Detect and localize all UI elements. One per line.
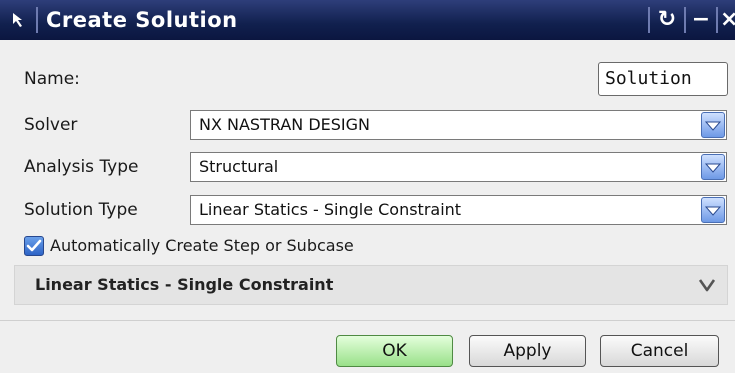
checkmark-icon — [26, 239, 42, 252]
auto-create-checkbox[interactable] — [24, 236, 44, 256]
auto-create-label[interactable]: Automatically Create Step or Subcase — [50, 235, 354, 257]
divider — [0, 320, 735, 321]
cancel-button[interactable]: Cancel — [600, 335, 719, 367]
expand-chevron-icon[interactable] — [697, 276, 717, 294]
subcase-group-title: Linear Statics - Single Constraint — [35, 275, 334, 294]
select-arrow-icon — [13, 13, 22, 27]
close-icon[interactable]: × — [720, 6, 735, 34]
minimize-icon[interactable]: − — [690, 6, 712, 34]
title-bar[interactable]: Create Solution ↻ − × — [0, 0, 735, 40]
name-label: Name: — [24, 69, 80, 89]
apply-button[interactable]: Apply — [469, 335, 586, 367]
solution-type-select[interactable]: Linear Statics - Single Constraint — [190, 195, 727, 225]
solver-label: Solver — [24, 115, 78, 135]
dialog-title: Create Solution — [46, 8, 238, 32]
solver-value: NX NASTRAN DESIGN — [199, 115, 370, 134]
name-input[interactable]: Solution — [598, 62, 728, 96]
solution-type-value: Linear Statics - Single Constraint — [199, 200, 462, 219]
chevron-down-icon[interactable] — [701, 154, 725, 180]
analysis-type-value: Structural — [199, 157, 279, 176]
reset-icon[interactable]: ↻ — [654, 6, 680, 34]
analysis-type-label: Analysis Type — [24, 157, 139, 177]
subcase-group-header[interactable]: Linear Statics - Single Constraint — [14, 265, 728, 305]
title-separator — [716, 7, 718, 33]
chevron-down-icon[interactable] — [701, 197, 725, 223]
title-separator — [684, 7, 686, 33]
create-solution-dialog: Create Solution ↻ − × Name: Solution Sol… — [0, 0, 735, 373]
solution-type-label: Solution Type — [24, 200, 138, 220]
analysis-type-select[interactable]: Structural — [190, 152, 727, 182]
title-separator — [648, 7, 650, 33]
ok-button[interactable]: OK — [336, 335, 453, 367]
solver-select[interactable]: NX NASTRAN DESIGN — [190, 110, 727, 140]
chevron-down-icon[interactable] — [701, 112, 725, 138]
title-separator — [36, 7, 38, 33]
